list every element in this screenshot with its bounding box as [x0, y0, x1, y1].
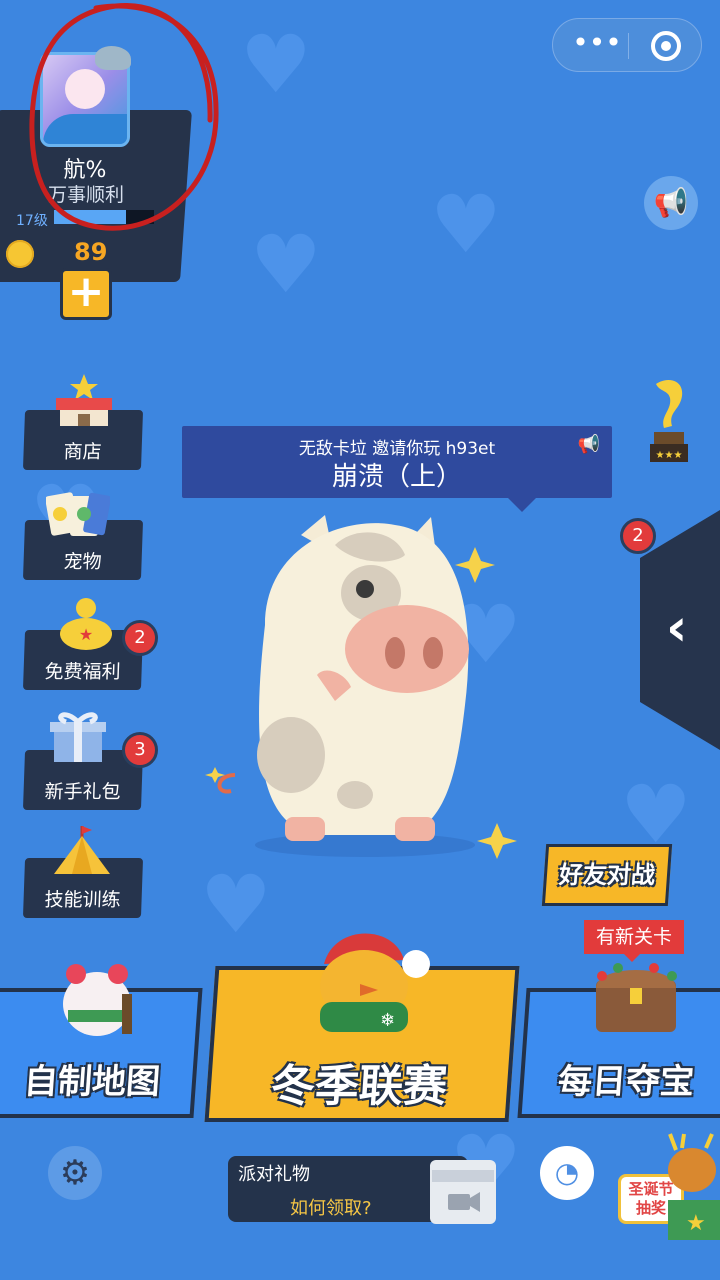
mini-program-capsule: •••	[552, 18, 702, 72]
daily-treasure-label: 每日夺宝	[556, 1062, 696, 1102]
shop-icon	[56, 374, 112, 426]
trophy-icon[interactable]: ★★★	[638, 376, 698, 464]
level-name: 崩溃（上）	[331, 462, 462, 492]
more-dots-icon[interactable]: •••	[571, 29, 623, 59]
menu-skill-training-label: 技能训练	[44, 889, 121, 911]
reindeer-mascot-icon: ★	[668, 1133, 720, 1240]
menu-shop-label: 商店	[63, 441, 102, 463]
panda-mascot-icon	[63, 964, 132, 1036]
friend-battle-button[interactable]: 好友对战	[541, 844, 673, 906]
heart-icon: ♥	[200, 858, 272, 951]
pig-character	[205, 515, 517, 859]
speaker-icon: 📢	[577, 434, 600, 455]
settings-gear-icon[interactable]: ⚙	[48, 1146, 102, 1200]
piggy-bank-icon: ★	[60, 598, 112, 650]
custom-map-label: 自制地图	[22, 1062, 162, 1102]
menu-starter-pack-label: 新手礼包	[44, 781, 121, 803]
drawer-badge: 2	[620, 518, 656, 554]
winter-chick-mascot-icon: ❄	[320, 933, 430, 1032]
heart-icon: ♥	[250, 218, 322, 311]
add-coins-button[interactable]: +	[60, 268, 112, 320]
treasure-chest-icon	[596, 963, 677, 1032]
party-gift-link[interactable]: 如何领取?	[290, 1194, 372, 1220]
capsule-divider	[628, 33, 629, 59]
pet-cards-icon	[46, 492, 110, 536]
heart-icon: ♥	[430, 178, 502, 271]
winter-league-label: 冬季联赛	[269, 1061, 449, 1112]
chat-icon[interactable]: ◔	[540, 1146, 594, 1200]
coin-icon	[6, 240, 34, 268]
free-benefits-badge: 2	[122, 620, 158, 656]
video-chest-icon[interactable]	[430, 1160, 496, 1224]
invite-banner[interactable]: 无敌卡垃 邀请你玩 h93et 崩溃（上） 📢	[182, 426, 612, 512]
heart-icon: ♥	[620, 768, 692, 861]
gift-box-icon	[50, 712, 106, 762]
new-level-tag: 有新关卡	[584, 920, 684, 962]
chevron-left-icon: ‹	[666, 598, 688, 658]
svg-text:★: ★	[686, 1211, 706, 1236]
menu-free-benefits-label: 免费福利	[44, 661, 121, 683]
megaphone-icon[interactable]: 📢	[644, 176, 698, 230]
menu-pet-label: 宠物	[63, 551, 102, 573]
red-circle-annotation	[29, 3, 219, 231]
target-ring-icon[interactable]	[651, 31, 681, 61]
svg-text:★: ★	[79, 625, 93, 644]
party-gift-title: 派对礼物	[238, 1164, 310, 1185]
heart-icon: ♥	[240, 18, 312, 111]
svg-text:❄: ❄	[380, 1010, 395, 1031]
svg-text:★★★: ★★★	[656, 450, 683, 461]
starter-pack-badge: 3	[122, 732, 158, 768]
tent-icon	[54, 826, 110, 874]
